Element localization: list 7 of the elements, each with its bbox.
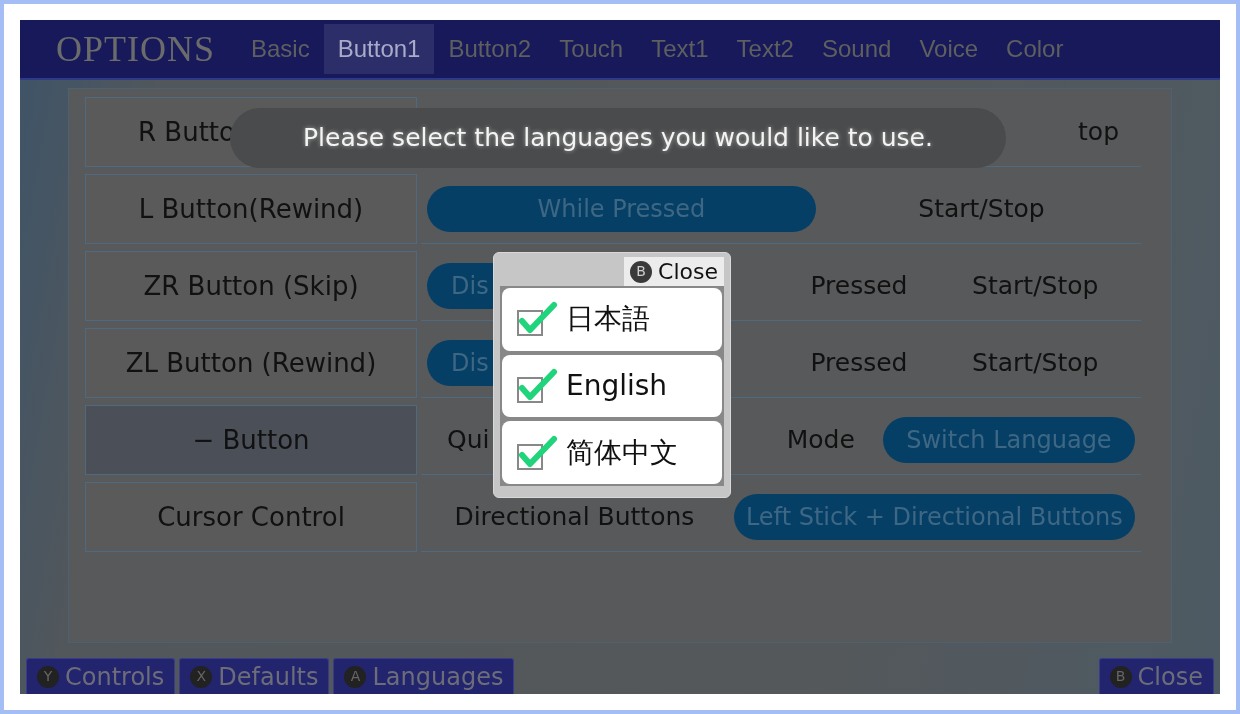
screen-title: OPTIONS	[56, 28, 215, 71]
button-glyph-icon: A	[344, 665, 367, 688]
button-glyph-icon: X	[190, 665, 213, 688]
button-glyph-icon: Y	[37, 665, 59, 688]
button-glyph-icon: B	[630, 260, 653, 283]
language-prompt-toast: Please select the languages you would like to use.	[230, 108, 1006, 168]
button-glyph-icon: B	[1109, 665, 1132, 688]
